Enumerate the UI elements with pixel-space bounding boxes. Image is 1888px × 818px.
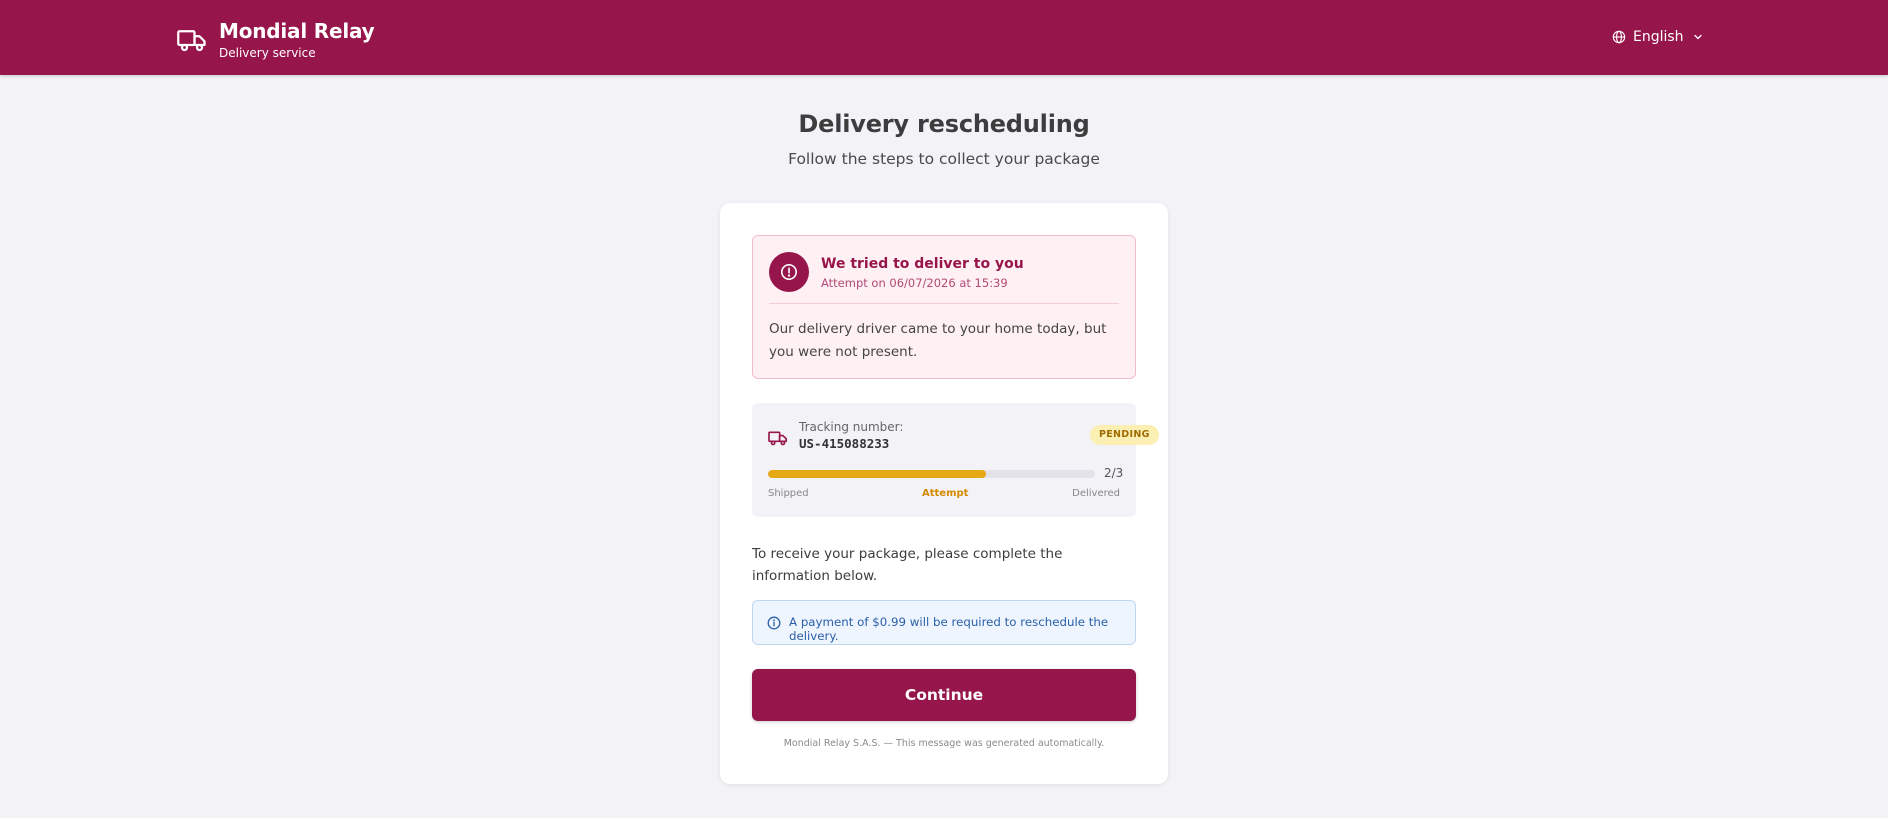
delivery-attempt-alert: We tried to deliver to you Attempt on 06…: [752, 235, 1136, 379]
payment-info-text: A payment of $0.99 will be required to r…: [789, 615, 1109, 643]
progress-bar-fill: [768, 470, 987, 478]
status-badge: PENDING: [1090, 425, 1159, 445]
tracking-panel: Tracking number: US-415088233 PENDING 2/…: [752, 403, 1159, 517]
page-subtitle: Follow the steps to collect your package: [788, 150, 1100, 168]
alert-body: Our delivery driver came to your home to…: [769, 321, 1107, 360]
brand-subtitle: Delivery service: [219, 46, 316, 60]
globe-icon: [1612, 30, 1626, 44]
chevron-down-icon: [1693, 34, 1702, 40]
progress-bar: [768, 470, 1095, 478]
step-shipped: Shipped: [768, 488, 809, 499]
exclamation-circle-icon: [781, 264, 797, 280]
brand-text: Mondial Relay Delivery service: [219, 18, 375, 61]
brand[interactable]: Mondial Relay Delivery service: [177, 18, 375, 61]
truck-icon: [177, 30, 206, 52]
instructions-text: To receive your package, please complete…: [752, 546, 1063, 584]
tracking-number: US-415088233: [799, 436, 890, 451]
info-icon: [767, 616, 781, 630]
top-bar: Mondial Relay Delivery service English: [0, 0, 1888, 75]
language-label: English: [1633, 29, 1684, 45]
alert-badge: [769, 252, 809, 292]
payment-info-notice: A payment of $0.99 will be required to r…: [752, 600, 1136, 645]
alert-title: We tried to deliver to you: [821, 256, 1024, 272]
main-card: We tried to deliver to you Attempt on 06…: [720, 203, 1168, 784]
footer-note: Mondial Relay S.A.S. — This message was …: [783, 738, 1105, 749]
alert-divider: [769, 303, 1119, 304]
brand-name: Mondial Relay: [219, 19, 375, 43]
tracking-label: Tracking number:: [799, 420, 904, 434]
language-selector[interactable]: English: [1612, 27, 1703, 47]
step-delivered: Delivered: [1072, 488, 1120, 499]
truck-icon: [768, 431, 787, 446]
step-attempt: Attempt: [922, 488, 969, 499]
page-title: Delivery rescheduling: [798, 110, 1090, 138]
progress-count: 2/3: [1104, 466, 1124, 480]
continue-button[interactable]: Continue: [752, 669, 1136, 721]
alert-timestamp: Attempt on 06/07/2026 at 15:39: [821, 276, 1008, 290]
